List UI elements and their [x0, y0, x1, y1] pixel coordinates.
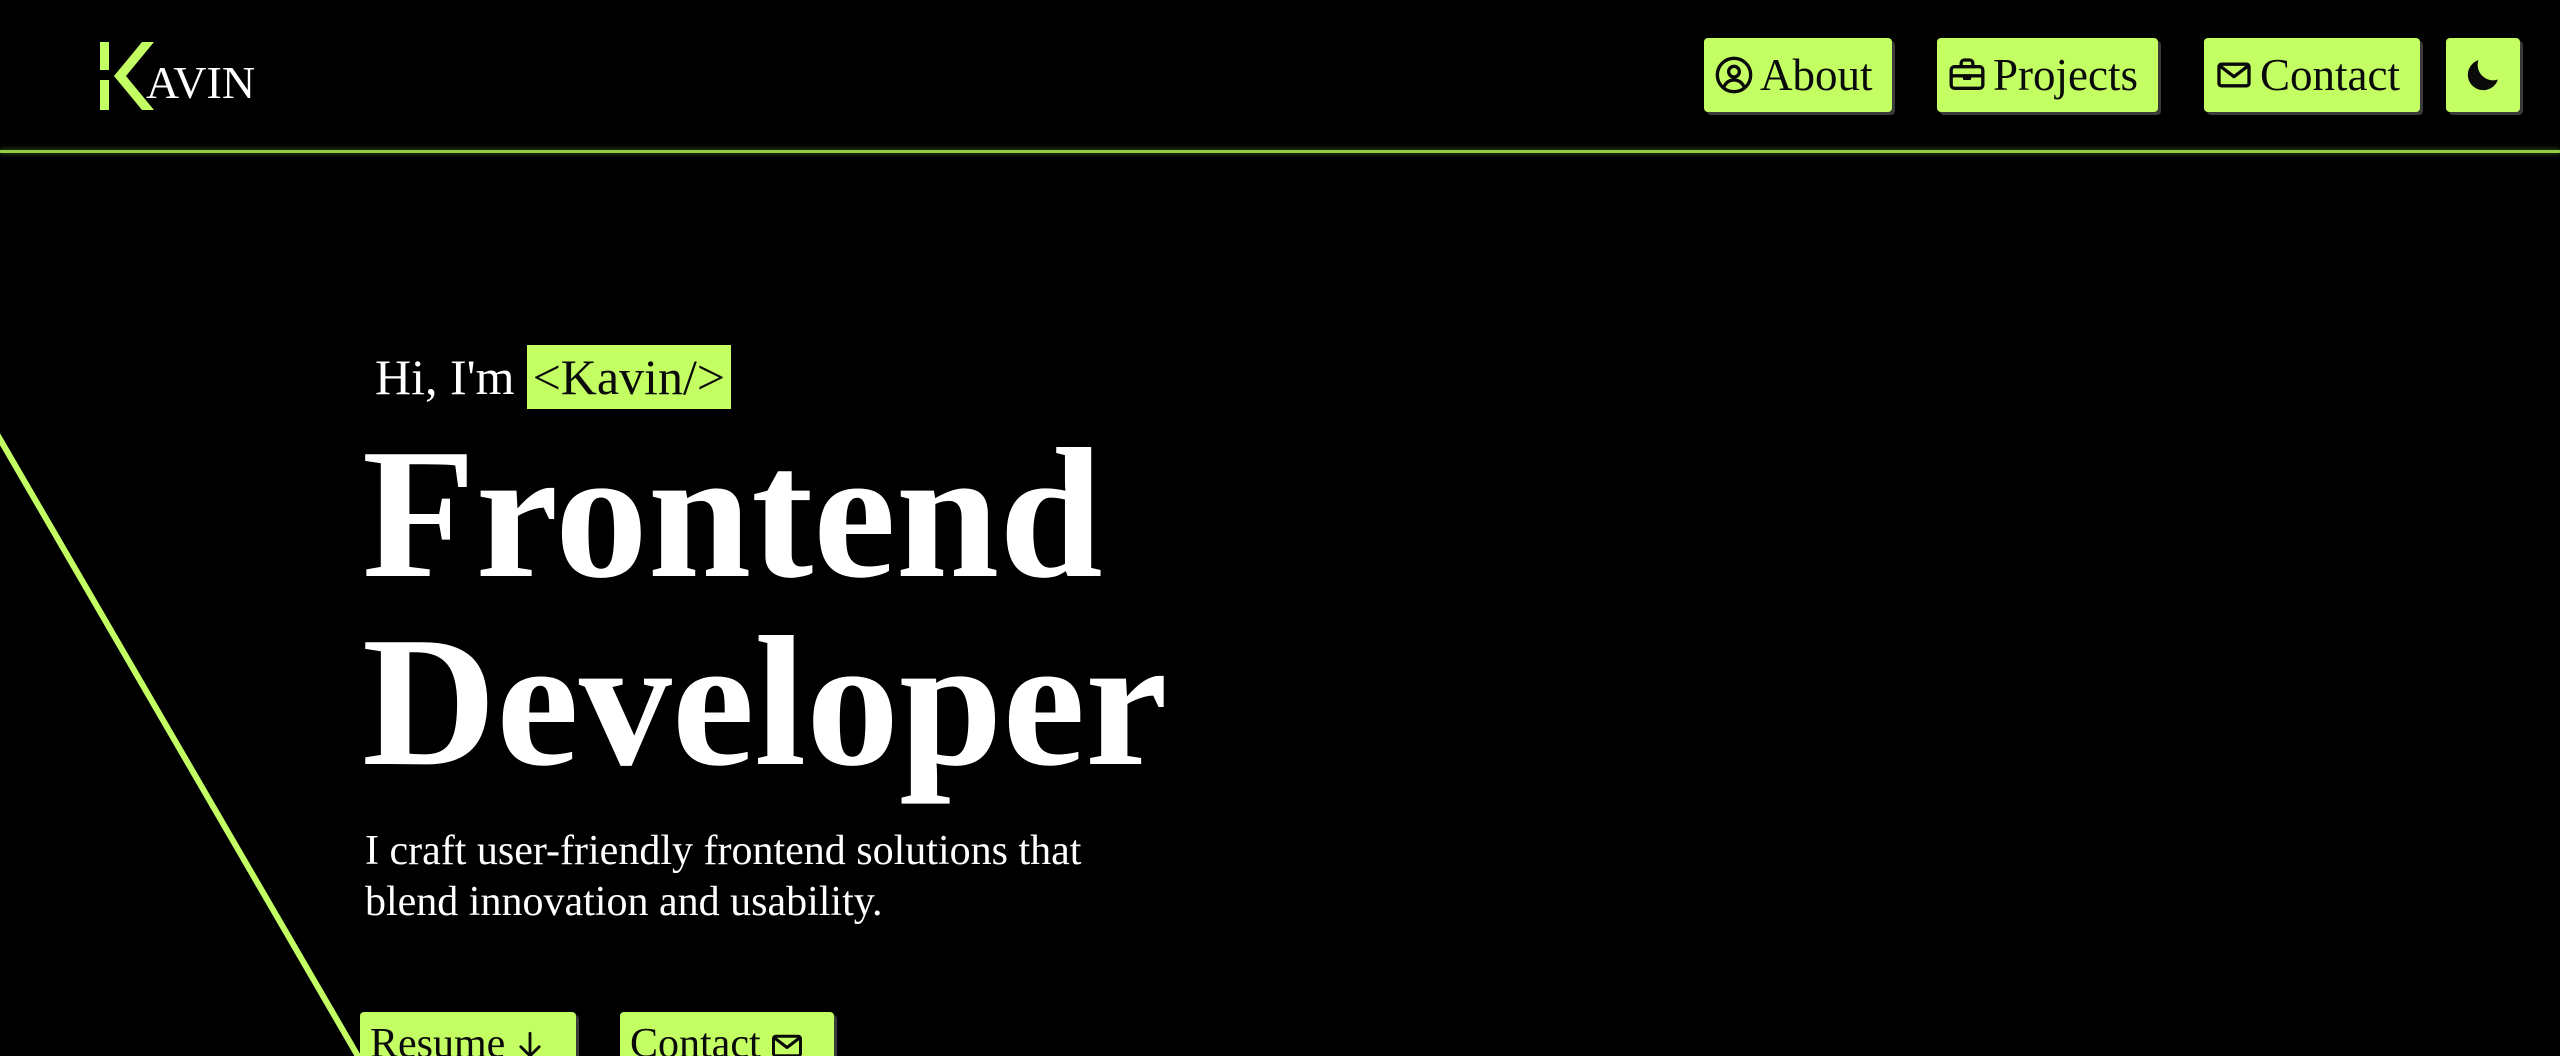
arrow-down-icon — [519, 1031, 541, 1056]
greeting-text: Hi, I'm — [375, 349, 515, 405]
user-circle-icon — [1715, 56, 1753, 94]
nav-about-button[interactable]: About — [1704, 38, 1892, 112]
moon-icon — [2467, 60, 2498, 91]
header-divider — [0, 150, 2560, 153]
hero-tagline: I craft user-friendly frontend solutions… — [365, 828, 1082, 925]
resume-label: Resume — [370, 1021, 506, 1056]
site-header: AVIN About Projects Contact — [0, 0, 2560, 150]
nav-projects-button[interactable]: Projects — [1937, 38, 2158, 112]
name-tag: <Kavin/> — [526, 345, 732, 409]
hero-contact-label: Contact — [630, 1021, 761, 1056]
main-nav: About Projects Contact — [0, 38, 2560, 112]
hero-contact-button[interactable]: Contact — [620, 1012, 834, 1056]
mail-icon — [2217, 62, 2251, 88]
hero-title: Frontend Developer — [362, 420, 1168, 796]
resume-button[interactable]: Resume — [360, 1012, 576, 1056]
nav-projects-label: Projects — [1993, 50, 2138, 100]
theme-toggle-button[interactable] — [2446, 38, 2520, 112]
greeting: Hi, I'm <Kavin/> — [375, 344, 732, 410]
hero-title-line-1: Frontend — [362, 411, 1103, 617]
nav-contact-button[interactable]: Contact — [2204, 38, 2420, 112]
briefcase-icon — [1949, 58, 1985, 90]
nav-contact-label: Contact — [2260, 50, 2400, 100]
nav-about-label: About — [1760, 50, 1873, 100]
mail-icon — [771, 1034, 802, 1056]
hero-title-line-2: Developer — [362, 599, 1168, 805]
